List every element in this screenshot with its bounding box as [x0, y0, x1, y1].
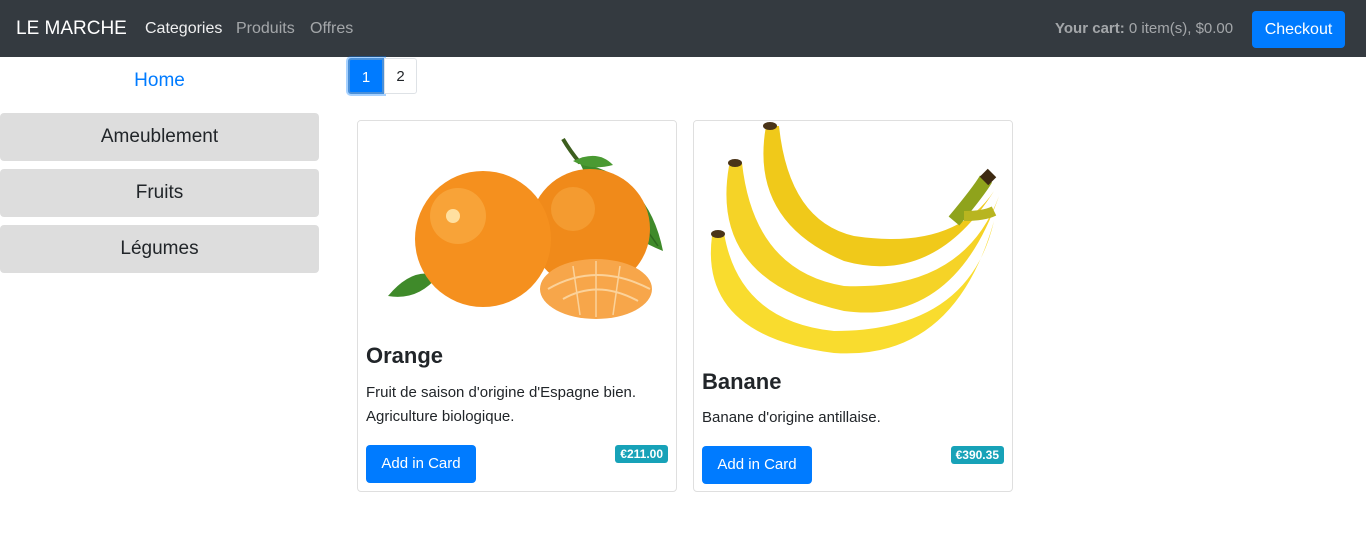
nav-link-categories[interactable]: Categories	[145, 20, 222, 38]
product-card-banane: Banane Banane d'origine antillaise. Add …	[693, 120, 1013, 492]
brand-logo[interactable]: LE MARCHE	[16, 18, 127, 40]
nav-link-offres[interactable]: Offres	[310, 20, 353, 38]
category-button-fruits[interactable]: Fruits	[0, 169, 319, 217]
add-to-cart-button[interactable]: Add in Card	[366, 445, 476, 483]
category-button-legumes[interactable]: Légumes	[0, 225, 319, 273]
category-button-ameublement[interactable]: Ameublement	[0, 113, 319, 161]
product-card-orange: Orange Fruit de saison d'origine d'Espag…	[357, 120, 677, 492]
banana-fruit-image	[694, 121, 1012, 359]
cart-label: Your cart:	[1055, 20, 1125, 37]
cart-summary: Your cart: 0 item(s), $0.00	[1055, 20, 1233, 37]
product-description: Fruit de saison d'origine d'Espagne bien…	[366, 384, 637, 425]
add-to-cart-button[interactable]: Add in Card	[702, 446, 812, 484]
nav-link-produits[interactable]: Produits	[236, 20, 295, 38]
checkout-button[interactable]: Checkout	[1252, 11, 1345, 48]
cart-value: 0 item(s), $0.00	[1128, 20, 1234, 37]
page-1-button[interactable]: 1	[348, 58, 384, 94]
price-badge: €390.35	[950, 446, 1004, 464]
page-2-button[interactable]: 2	[384, 58, 417, 94]
home-link[interactable]: Home	[0, 70, 319, 92]
product-title[interactable]: Banane	[702, 369, 781, 395]
top-navbar: LE MARCHE Categories Produits Offres You…	[0, 0, 1366, 57]
price-badge: €211.00	[615, 445, 668, 463]
orange-fruit-image	[358, 121, 676, 326]
product-description: Banane d'origine antillaise.	[702, 409, 881, 426]
product-title[interactable]: Orange	[366, 343, 443, 369]
